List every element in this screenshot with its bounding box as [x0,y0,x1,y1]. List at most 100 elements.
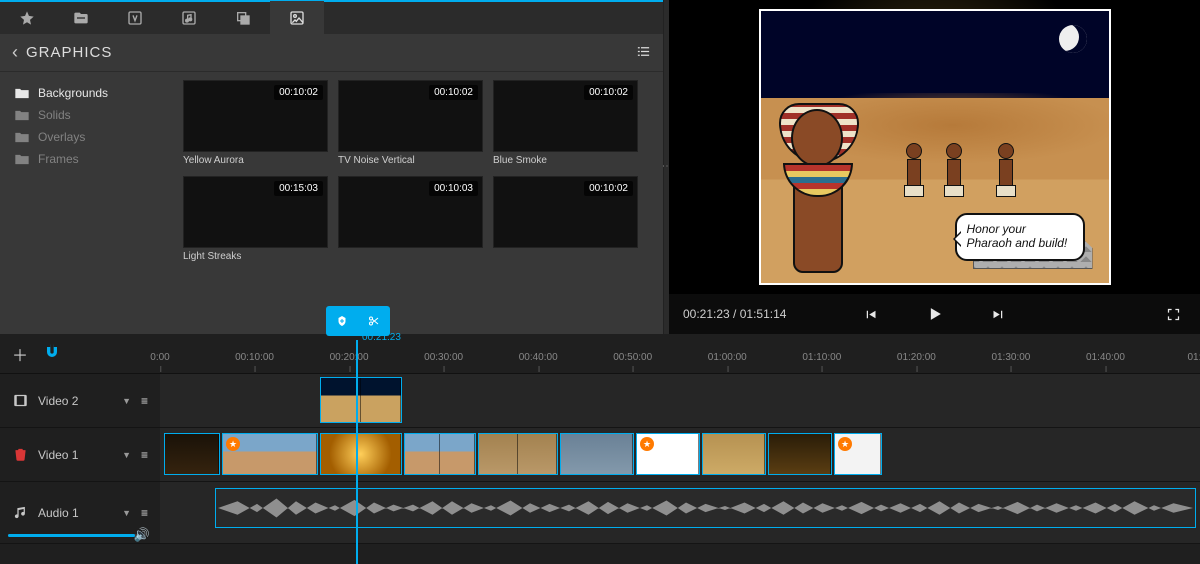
category-label: Frames [38,152,79,166]
clip[interactable] [404,433,476,475]
folder-icon [14,131,30,144]
duration-badge: 00:10:02 [429,85,478,100]
ruler-tick: 00:20:00 [330,352,369,363]
track-menu[interactable]: ≡ [141,394,148,408]
track-collapse[interactable]: ▼ [122,450,131,460]
speaker-icon[interactable]: 🔊 [134,527,150,543]
clip[interactable] [320,433,402,475]
badge-icon: ★ [838,437,852,451]
player-time: 00:21:23 / 01:51:14 [683,307,786,321]
thumbnail-grid: 00:10:02 Yellow Aurora 00:10:02 TV Noise… [175,72,663,334]
asset-thumb[interactable]: 00:10:03 [338,176,483,262]
track-label: Audio 1 [38,506,79,520]
tab-text[interactable] [108,1,162,35]
thumb-caption: Yellow Aurora [183,152,328,166]
trash-icon[interactable] [12,447,28,462]
clip[interactable] [320,377,402,423]
thumb-caption: Light Streaks [183,248,328,262]
category-backgrounds[interactable]: Backgrounds [8,82,167,104]
clip[interactable] [478,433,558,475]
preview-viewport[interactable]: Honor your Pharaoh and build! [669,0,1200,294]
badge-icon: ★ [640,437,654,451]
tab-overlay[interactable] [216,1,270,35]
category-overlays[interactable]: Overlays [8,126,167,148]
next-button[interactable] [986,301,1012,327]
music-icon [12,505,28,520]
category-frames[interactable]: Frames [8,148,167,170]
track-audio1: Audio 1 ▼ ≡ 🔊 [0,482,1200,544]
asset-tabrow [0,0,663,34]
track-label: Video 1 [38,448,78,462]
fullscreen-button[interactable] [1160,301,1186,327]
track-video2: Video 2 ▼ ≡ [0,374,1200,428]
ruler-tick: 01:30:00 [991,352,1030,363]
clip[interactable] [164,433,220,475]
track-label: Video 2 [38,394,78,408]
track-collapse[interactable]: ▼ [122,508,131,518]
tab-audio[interactable] [162,1,216,35]
ruler-tick: 01:40:00 [1086,352,1125,363]
ruler-tick: 01:20:00 [897,352,936,363]
graphics-panel: ‹ GRAPHICS Backgrounds Solids [0,0,664,334]
asset-thumb[interactable]: 00:10:02 [493,176,638,262]
duration-badge: 00:10:02 [274,85,323,100]
ruler-tick: 01:50 [1187,352,1200,363]
track-lane[interactable] [160,482,1200,543]
folder-icon [14,109,30,122]
track-menu[interactable]: ≡ [141,448,148,462]
snap-toggle[interactable] [42,342,62,365]
view-list-button[interactable] [636,44,651,62]
track-collapse[interactable]: ▼ [122,396,131,406]
ruler-tick: 00:10:00 [235,352,274,363]
duration-badge: 00:15:03 [274,181,323,196]
thumb-caption: Blue Smoke [493,152,638,166]
clip[interactable]: ★ [834,433,882,475]
asset-thumb[interactable]: 00:15:03 Light Streaks [183,176,328,262]
back-button[interactable]: ‹ [12,42,18,63]
film-icon [12,393,28,408]
clip[interactable]: ★ [636,433,700,475]
ruler-tick: 00:30:00 [424,352,463,363]
add-track-button[interactable]: ＋ [12,342,28,366]
tab-graphics[interactable] [270,1,324,35]
preview-panel: Honor your Pharaoh and build! 00:21:23 /… [669,0,1200,334]
scissors-icon [368,315,380,327]
folder-icon [14,153,30,166]
ruler-tick: 01:10:00 [802,352,841,363]
ruler-tick: 0:00 [150,352,169,363]
category-solids[interactable]: Solids [8,104,167,126]
clip[interactable] [702,433,766,475]
asset-thumb[interactable]: 00:10:02 TV Noise Vertical [338,80,483,166]
play-button[interactable] [922,301,948,327]
preview-frame: Honor your Pharaoh and build! [759,9,1111,285]
category-label: Backgrounds [38,86,108,100]
track-menu[interactable]: ≡ [141,506,148,520]
tab-folder[interactable] [54,1,108,35]
duration-badge: 00:10:02 [584,85,633,100]
asset-thumb[interactable]: 00:10:02 Blue Smoke [493,80,638,166]
thumb-caption [493,248,638,251]
clip[interactable]: ★ [222,433,318,475]
prev-button[interactable] [858,301,884,327]
playhead[interactable]: 00:21:23 [356,340,358,564]
clip[interactable] [768,433,832,475]
category-list: Backgrounds Solids Overlays Frames [0,72,175,334]
audio-clip[interactable] [215,488,1196,528]
tab-favorites[interactable] [0,1,54,35]
timeline-ruler: ＋ 0:0000:10:0000:20:0000:30:0000:40:0000… [0,334,1200,374]
volume-slider[interactable]: 🔊 [8,530,146,540]
clip[interactable] [560,433,634,475]
track-lane[interactable]: ★ ★ ★ [160,428,1200,481]
duration-badge: 00:10:02 [584,181,633,196]
ruler-ticks[interactable]: 0:0000:10:0000:20:0000:30:0000:40:0000:5… [160,334,1200,373]
character-pharaoh [769,103,879,283]
folder-icon [14,87,30,100]
track-lane[interactable] [160,374,1200,427]
marker-add-icon [336,315,348,327]
track-video1: Video 1 ▼ ≡ ★ ★ ★ [0,428,1200,482]
thumb-caption [338,248,483,251]
ruler-tick: 01:00:00 [708,352,747,363]
player-controls: 00:21:23 / 01:51:14 [669,294,1200,334]
moon-icon [1059,25,1087,53]
asset-thumb[interactable]: 00:10:02 Yellow Aurora [183,80,328,166]
